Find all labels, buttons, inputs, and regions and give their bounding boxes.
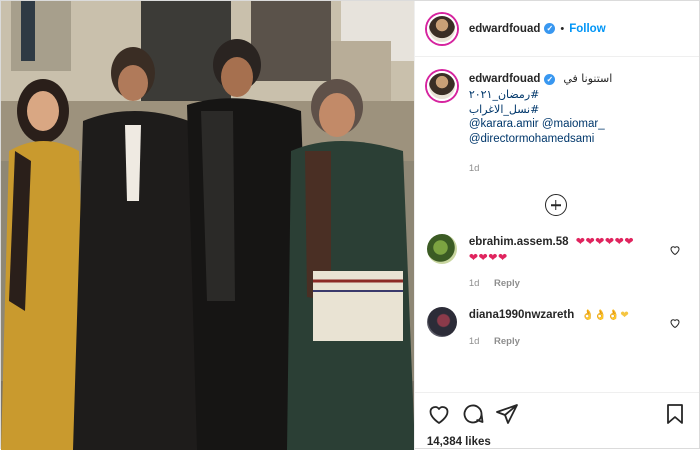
caption-mentions-1[interactable]: @karara.amir @maiomar_ [469, 117, 685, 132]
post-photo[interactable] [1, 1, 414, 450]
comment-item: diana1990nwzareth 👌👌👌❤ 1d Reply [426, 307, 685, 347]
comment-text: diana1990nwzareth 👌👌👌❤ [469, 307, 669, 324]
comment-meta: 1d Reply [469, 278, 669, 289]
plus-circle-icon[interactable] [544, 194, 567, 216]
commenter-avatar[interactable] [426, 307, 457, 337]
share-icon[interactable] [495, 402, 519, 426]
comment-body: ebrahim.assem.58 ❤❤❤❤❤❤ ❤❤❤❤ 1d Reply [469, 234, 669, 289]
reply-button[interactable]: Reply [494, 278, 520, 289]
comment-meta: 1d Reply [469, 336, 669, 347]
comment-item: ebrahim.assem.58 ❤❤❤❤❤❤ ❤❤❤❤ 1d Reply [426, 234, 685, 289]
comment-like-heart-icon[interactable] [669, 244, 681, 256]
post-actions: 14,384 likes [414, 392, 699, 450]
verified-badge-icon: ✓ [544, 23, 556, 34]
comment-text: ebrahim.assem.58 ❤❤❤❤❤❤ ❤❤❤❤ [469, 234, 669, 266]
caption-text-line1: استنونا في [563, 72, 613, 85]
comment-username[interactable]: ebrahim.assem.58 [469, 236, 569, 248]
comments-section[interactable]: edwardfouad ✓ استنونا في #رمضان_٢٠٢١ #نس… [415, 57, 699, 392]
heart-icon[interactable] [427, 402, 451, 426]
caption-header: edwardfouad ✓ استنونا في [469, 71, 685, 87]
comment-text-line1: ❤❤❤❤❤❤ [575, 236, 635, 248]
post-photo-illustration [1, 1, 414, 450]
caption: edwardfouad ✓ استنونا في #رمضان_٢٠٢١ #نس… [426, 71, 685, 174]
post-sidebar: edwardfouad ✓ • Follow edwardfouad ✓ است… [413, 1, 699, 450]
header-separator: • [560, 22, 565, 35]
caption-timestamp[interactable]: 1d [469, 163, 685, 174]
header-username[interactable]: edwardfouad [469, 23, 541, 35]
likes-count[interactable]: 14,384 likes [427, 436, 687, 448]
caption-body: edwardfouad ✓ استنونا في #رمضان_٢٠٢١ #نس… [469, 71, 685, 174]
load-more-comments [427, 194, 685, 216]
instagram-post: edwardfouad ✓ • Follow edwardfouad ✓ است… [0, 0, 700, 450]
author-avatar[interactable] [426, 13, 457, 44]
caption-verified-badge-icon: ✓ [544, 74, 556, 85]
caption-avatar[interactable] [426, 71, 457, 101]
caption-hashtag-nasl[interactable]: #نسل_الاغراب [469, 102, 685, 117]
comment-timestamp[interactable]: 1d [469, 336, 480, 347]
comment-text-line1: 👌👌👌❤ [581, 310, 630, 321]
comment-icon[interactable] [461, 402, 485, 426]
caption-mentions-2[interactable]: @directormohamedsami [469, 132, 685, 147]
bookmark-icon[interactable] [663, 402, 687, 426]
follow-button[interactable]: Follow [569, 23, 605, 35]
reply-button[interactable]: Reply [494, 336, 520, 347]
comment-body: diana1990nwzareth 👌👌👌❤ 1d Reply [469, 307, 669, 347]
caption-username[interactable]: edwardfouad [469, 72, 541, 87]
comment-username[interactable]: diana1990nwzareth [469, 309, 574, 321]
comment-timestamp[interactable]: 1d [469, 278, 480, 289]
commenter-avatar[interactable] [426, 234, 457, 264]
post-header: edwardfouad ✓ • Follow [414, 1, 699, 57]
comment-text-line2: ❤❤❤❤ [468, 252, 508, 264]
action-bar [427, 401, 687, 427]
caption-hashtag-ramadan[interactable]: #رمضان_٢٠٢١ [469, 87, 685, 102]
comment-like-heart-icon[interactable] [669, 317, 681, 329]
